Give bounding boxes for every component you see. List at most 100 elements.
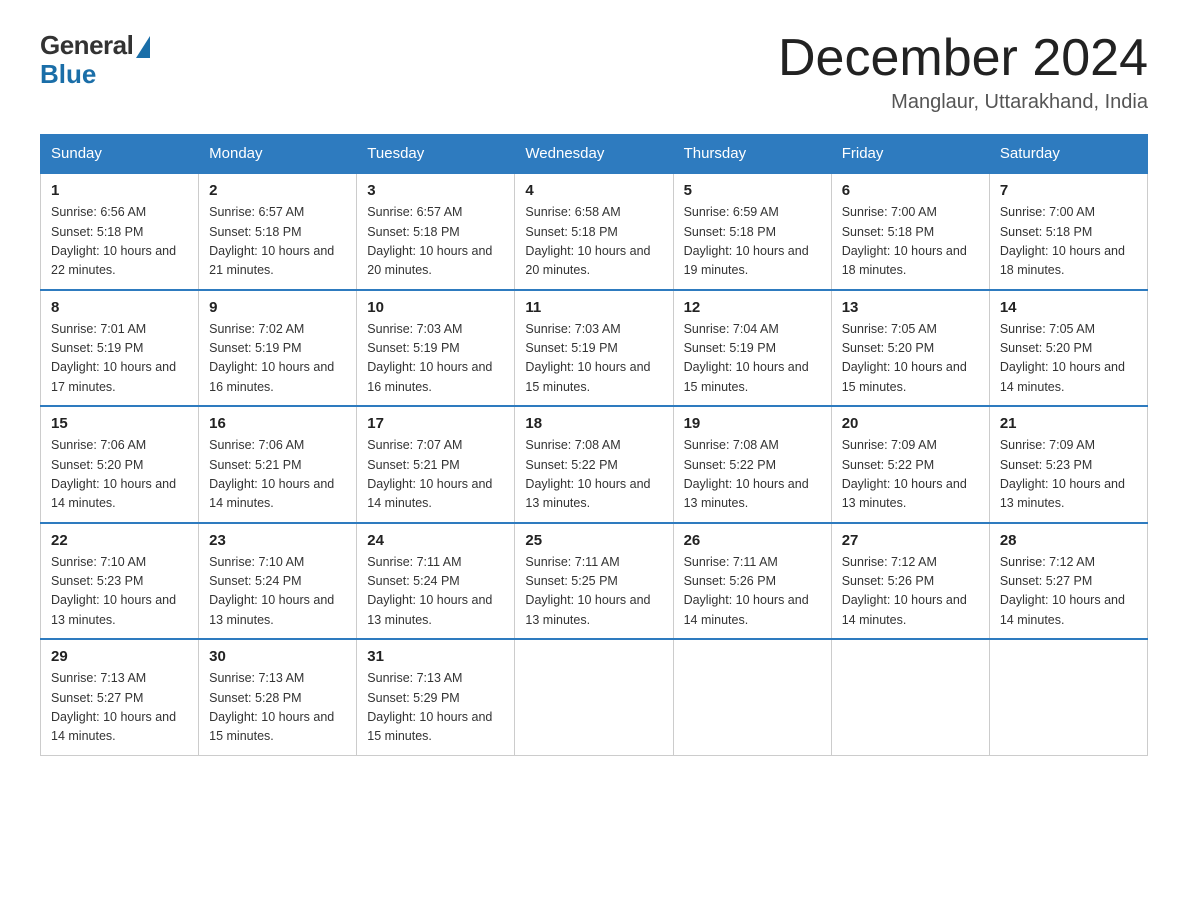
table-row: 26 Sunrise: 7:11 AMSunset: 5:26 PMDayligh… (673, 523, 831, 640)
table-row: 3 Sunrise: 6:57 AMSunset: 5:18 PMDaylight… (357, 173, 515, 290)
day-number: 4 (525, 182, 662, 199)
day-info: Sunrise: 6:58 AMSunset: 5:18 PMDaylight:… (525, 203, 662, 281)
header-friday: Friday (831, 135, 989, 174)
table-row: 11Sunrise: 7:03 AMSunset: 5:19 PMDayligh… (515, 290, 673, 407)
day-info: Sunrise: 7:08 AMSunset: 5:22 PMDaylight:… (684, 436, 821, 514)
table-row: 19Sunrise: 7:08 AMSunset: 5:22 PMDayligh… (673, 406, 831, 523)
table-row: 1Sunrise: 6:56 AMSunset: 5:18 PMDaylight… (41, 173, 199, 290)
table-row: 8Sunrise: 7:01 AMSunset: 5:19 PMDaylight… (41, 290, 199, 407)
calendar-week-4: 22 Sunrise: 7:10 AMSunset: 5:23 PMDayligh… (41, 523, 1148, 640)
logo-arrow-icon (136, 36, 150, 58)
table-row: 15 Sunrise: 7:06 AMSunset: 5:20 PMDayligh… (41, 406, 199, 523)
table-row: 13 Sunrise: 7:05 AMSunset: 5:20 PMDayligh… (831, 290, 989, 407)
day-number: 25 (525, 532, 662, 549)
day-info: Sunrise: 7:10 AMSunset: 5:24 PMDaylight:… (209, 553, 346, 631)
table-row: 28 Sunrise: 7:12 AMSunset: 5:27 PMDayligh… (989, 523, 1147, 640)
header-tuesday: Tuesday (357, 135, 515, 174)
day-number: 30 (209, 648, 346, 665)
day-number: 5 (684, 182, 821, 199)
calendar-week-5: 29 Sunrise: 7:13 AMSunset: 5:27 PMDayligh… (41, 639, 1148, 755)
day-number: 9 (209, 299, 346, 316)
table-row: 17 Sunrise: 7:07 AMSunset: 5:21 PMDayligh… (357, 406, 515, 523)
day-info: Sunrise: 7:13 AMSunset: 5:28 PMDaylight:… (209, 669, 346, 747)
day-number: 16 (209, 415, 346, 432)
day-info: Sunrise: 6:57 AMSunset: 5:18 PMDaylight:… (367, 203, 504, 281)
day-info: Sunrise: 7:05 AMSunset: 5:20 PMDaylight:… (842, 320, 979, 398)
table-row: 16 Sunrise: 7:06 AMSunset: 5:21 PMDayligh… (199, 406, 357, 523)
table-row: 14 Sunrise: 7:05 AMSunset: 5:20 PMDayligh… (989, 290, 1147, 407)
day-info: Sunrise: 7:06 AMSunset: 5:20 PMDaylight:… (51, 436, 188, 514)
day-info: Sunrise: 7:09 AMSunset: 5:22 PMDaylight:… (842, 436, 979, 514)
day-number: 15 (51, 415, 188, 432)
table-row: 24 Sunrise: 7:11 AMSunset: 5:24 PMDayligh… (357, 523, 515, 640)
header-saturday: Saturday (989, 135, 1147, 174)
table-row: 21Sunrise: 7:09 AMSunset: 5:23 PMDayligh… (989, 406, 1147, 523)
day-number: 26 (684, 532, 821, 549)
table-row: 9 Sunrise: 7:02 AMSunset: 5:19 PMDaylight… (199, 290, 357, 407)
day-info: Sunrise: 7:09 AMSunset: 5:23 PMDaylight:… (1000, 436, 1137, 514)
day-info: Sunrise: 7:11 AMSunset: 5:24 PMDaylight:… (367, 553, 504, 631)
table-row: 5 Sunrise: 6:59 AMSunset: 5:18 PMDaylight… (673, 173, 831, 290)
day-number: 1 (51, 182, 188, 199)
table-row: 2Sunrise: 6:57 AMSunset: 5:18 PMDaylight… (199, 173, 357, 290)
day-number: 13 (842, 299, 979, 316)
calendar-table: SundayMondayTuesdayWednesdayThursdayFrid… (40, 134, 1148, 756)
day-info: Sunrise: 7:10 AMSunset: 5:23 PMDaylight:… (51, 553, 188, 631)
day-info: Sunrise: 7:11 AMSunset: 5:26 PMDaylight:… (684, 553, 821, 631)
day-number: 2 (209, 182, 346, 199)
table-row: 27Sunrise: 7:12 AMSunset: 5:26 PMDayligh… (831, 523, 989, 640)
logo: General Blue (40, 30, 150, 90)
header-sunday: Sunday (41, 135, 199, 174)
day-info: Sunrise: 7:12 AMSunset: 5:27 PMDaylight:… (1000, 553, 1137, 631)
day-number: 7 (1000, 182, 1137, 199)
table-row: 12 Sunrise: 7:04 AMSunset: 5:19 PMDayligh… (673, 290, 831, 407)
day-number: 3 (367, 182, 504, 199)
table-row: 7 Sunrise: 7:00 AMSunset: 5:18 PMDaylight… (989, 173, 1147, 290)
day-number: 28 (1000, 532, 1137, 549)
day-number: 27 (842, 532, 979, 549)
table-row (515, 639, 673, 755)
table-row (673, 639, 831, 755)
day-number: 12 (684, 299, 821, 316)
table-row (831, 639, 989, 755)
day-number: 31 (367, 648, 504, 665)
calendar-week-1: 1Sunrise: 6:56 AMSunset: 5:18 PMDaylight… (41, 173, 1148, 290)
calendar-header-row: SundayMondayTuesdayWednesdayThursdayFrid… (41, 135, 1148, 174)
month-title: December 2024 (778, 30, 1148, 87)
day-number: 8 (51, 299, 188, 316)
day-number: 20 (842, 415, 979, 432)
day-number: 10 (367, 299, 504, 316)
table-row: 23 Sunrise: 7:10 AMSunset: 5:24 PMDayligh… (199, 523, 357, 640)
day-info: Sunrise: 7:04 AMSunset: 5:19 PMDaylight:… (684, 320, 821, 398)
day-number: 17 (367, 415, 504, 432)
day-number: 24 (367, 532, 504, 549)
day-number: 22 (51, 532, 188, 549)
table-row: 4 Sunrise: 6:58 AMSunset: 5:18 PMDaylight… (515, 173, 673, 290)
day-info: Sunrise: 6:59 AMSunset: 5:18 PMDaylight:… (684, 203, 821, 281)
day-info: Sunrise: 7:03 AMSunset: 5:19 PMDaylight:… (525, 320, 662, 398)
location: Manglaur, Uttarakhand, India (778, 91, 1148, 114)
day-info: Sunrise: 7:06 AMSunset: 5:21 PMDaylight:… (209, 436, 346, 514)
table-row: 25Sunrise: 7:11 AMSunset: 5:25 PMDayligh… (515, 523, 673, 640)
day-number: 6 (842, 182, 979, 199)
day-info: Sunrise: 7:07 AMSunset: 5:21 PMDaylight:… (367, 436, 504, 514)
title-section: December 2024 Manglaur, Uttarakhand, Ind… (778, 30, 1148, 114)
day-info: Sunrise: 7:05 AMSunset: 5:20 PMDaylight:… (1000, 320, 1137, 398)
day-info: Sunrise: 7:00 AMSunset: 5:18 PMDaylight:… (1000, 203, 1137, 281)
day-number: 14 (1000, 299, 1137, 316)
day-number: 29 (51, 648, 188, 665)
table-row (989, 639, 1147, 755)
table-row: 30 Sunrise: 7:13 AMSunset: 5:28 PMDayligh… (199, 639, 357, 755)
day-info: Sunrise: 7:13 AMSunset: 5:27 PMDaylight:… (51, 669, 188, 747)
calendar-week-2: 8Sunrise: 7:01 AMSunset: 5:19 PMDaylight… (41, 290, 1148, 407)
day-info: Sunrise: 7:03 AMSunset: 5:19 PMDaylight:… (367, 320, 504, 398)
day-info: Sunrise: 7:02 AMSunset: 5:19 PMDaylight:… (209, 320, 346, 398)
day-number: 23 (209, 532, 346, 549)
logo-blue-text: Blue (40, 59, 96, 90)
table-row: 18Sunrise: 7:08 AMSunset: 5:22 PMDayligh… (515, 406, 673, 523)
table-row: 10 Sunrise: 7:03 AMSunset: 5:19 PMDayligh… (357, 290, 515, 407)
day-info: Sunrise: 7:13 AMSunset: 5:29 PMDaylight:… (367, 669, 504, 747)
table-row: 20 Sunrise: 7:09 AMSunset: 5:22 PMDayligh… (831, 406, 989, 523)
table-row: 29 Sunrise: 7:13 AMSunset: 5:27 PMDayligh… (41, 639, 199, 755)
day-info: Sunrise: 7:00 AMSunset: 5:18 PMDaylight:… (842, 203, 979, 281)
